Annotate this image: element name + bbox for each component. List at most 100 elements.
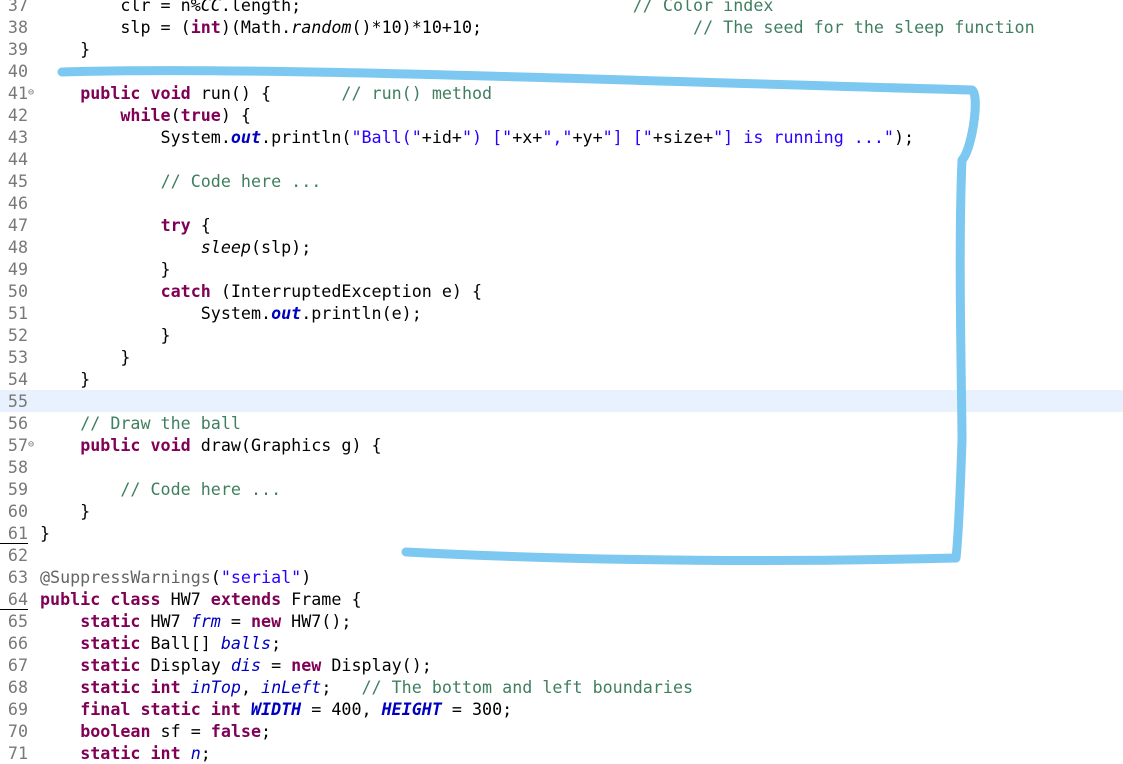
line-number: 63 [7, 567, 28, 587]
code-token: // Code here ... [120, 479, 282, 499]
code-token: catch [160, 281, 211, 301]
code-line[interactable]: 65 static HW7 frm = new HW7(); [0, 610, 1123, 632]
code-token: HW7(); [281, 611, 352, 631]
code-text: } [40, 324, 171, 346]
code-line[interactable]: 55 [0, 390, 1123, 412]
code-line[interactable]: 41 ⊖ public void run() { // run() method [0, 82, 1123, 104]
code-token: // The bottom and left boundaries [361, 677, 694, 697]
code-line[interactable]: 70 boolean sf = false; [0, 720, 1123, 742]
code-line[interactable]: 61} [0, 522, 1123, 544]
code-token: int [150, 743, 181, 763]
code-line[interactable]: 51 System.out.println(e); [0, 302, 1123, 324]
code-text: System.out.println("Ball("+id+") ["+x+",… [40, 126, 915, 148]
code-token: ; [200, 743, 211, 763]
code-token: n [190, 743, 201, 763]
code-line[interactable]: 42 while(true) { [0, 104, 1123, 126]
code-line[interactable]: 68 static int inTop, inLeft; // The bott… [0, 676, 1123, 698]
code-text: catch (InterruptedException e) { [40, 280, 483, 302]
code-line[interactable]: 63 @SuppressWarnings("serial") [0, 566, 1123, 588]
line-number: 68 [7, 677, 28, 697]
code-text: sleep(slp); [40, 236, 312, 258]
code-token: class [110, 589, 161, 609]
code-line[interactable]: 49 } [0, 258, 1123, 280]
code-token: WIDTH [250, 699, 302, 719]
line-number: 39 [7, 39, 28, 59]
code-line[interactable]: 47 try { [0, 214, 1123, 236]
code-line[interactable]: 46 [0, 192, 1123, 214]
code-line[interactable]: 39 } [0, 38, 1123, 60]
code-line[interactable]: 62 [0, 544, 1123, 566]
code-text: public void draw(Graphics g) { [40, 434, 381, 456]
code-token: } [40, 369, 91, 389]
code-text: boolean sf = false; [40, 720, 271, 742]
code-text: public void run() { // run() method [40, 82, 492, 104]
code-token: System. [40, 127, 231, 147]
code-token: new [250, 611, 282, 631]
code-token: extends [210, 589, 282, 609]
code-token: )(Math. [220, 17, 292, 37]
code-token: } [40, 347, 131, 367]
code-line[interactable]: 38 slp = (int)(Math.random()*10)*10+10; … [0, 16, 1123, 38]
line-number: 66 [7, 633, 28, 653]
code-token: @SuppressWarnings [40, 567, 211, 587]
code-line[interactable]: 56 // Draw the ball [0, 412, 1123, 434]
code-token: static [80, 655, 141, 675]
code-line[interactable]: 57 ⊖ public void draw(Graphics g) { [0, 434, 1123, 456]
code-token: ()*10)*10+10; [351, 17, 483, 37]
code-line[interactable]: 45 // Code here ... [0, 170, 1123, 192]
code-token: .println( [261, 127, 352, 147]
code-line[interactable]: 58 [0, 456, 1123, 478]
code-line[interactable]: 54 } [0, 368, 1123, 390]
code-text: System.out.println(e); [40, 302, 422, 324]
code-line[interactable]: 50 catch (InterruptedException e) { [0, 280, 1123, 302]
line-number: 58 [7, 457, 28, 477]
code-token: "] is running ..." [713, 127, 894, 147]
code-line[interactable]: 43 System.out.println("Ball("+id+") ["+x… [0, 126, 1123, 148]
code-token: inTop [190, 677, 241, 697]
code-line[interactable]: 40 [0, 60, 1123, 82]
code-line[interactable]: 66 static Ball[] balls; [0, 632, 1123, 654]
line-number: 55 [7, 391, 28, 411]
code-token: ; [271, 633, 282, 653]
code-token: ") [" [461, 127, 513, 147]
code-token: // Code here ... [160, 171, 322, 191]
code-line[interactable]: 37 clr = n%CC.length; // Color index [0, 0, 1123, 16]
code-text: static int n; [40, 742, 211, 764]
code-token: inLeft [261, 677, 322, 697]
code-line[interactable]: 44 [0, 148, 1123, 170]
code-line[interactable]: 60 } [0, 500, 1123, 522]
line-number: 45 [7, 171, 28, 191]
fold-toggle-icon[interactable]: ⊖ [28, 82, 38, 104]
code-line[interactable]: 59 // Code here ... [0, 478, 1123, 500]
code-token: ) [301, 567, 312, 587]
code-editor[interactable]: 37 clr = n%CC.length; // Color index 38 s… [0, 0, 1123, 764]
code-line[interactable]: 67 static Display dis = new Display(); [0, 654, 1123, 676]
fold-toggle-icon[interactable]: ⊖ [28, 434, 38, 456]
code-line[interactable]: 69 final static int WIDTH = 400, HEIGHT … [0, 698, 1123, 720]
code-token: } [40, 325, 171, 345]
line-number: 44 [7, 149, 28, 169]
code-line[interactable]: 64 public class HW7 extends Frame { [0, 588, 1123, 610]
code-token: ( [210, 567, 221, 587]
code-token: int [150, 677, 181, 697]
code-line[interactable]: 48 sleep(slp); [0, 236, 1123, 258]
code-line[interactable]: 52 } [0, 324, 1123, 346]
line-number: 47 [7, 215, 28, 235]
code-token: boolean [80, 721, 151, 741]
code-line[interactable]: 53 } [0, 346, 1123, 368]
code-token: try [160, 215, 191, 235]
code-token: "Ball(" [351, 127, 422, 147]
code-text: } [40, 346, 130, 368]
code-text: } [40, 522, 50, 544]
code-line[interactable]: 71 static int n; [0, 742, 1123, 764]
